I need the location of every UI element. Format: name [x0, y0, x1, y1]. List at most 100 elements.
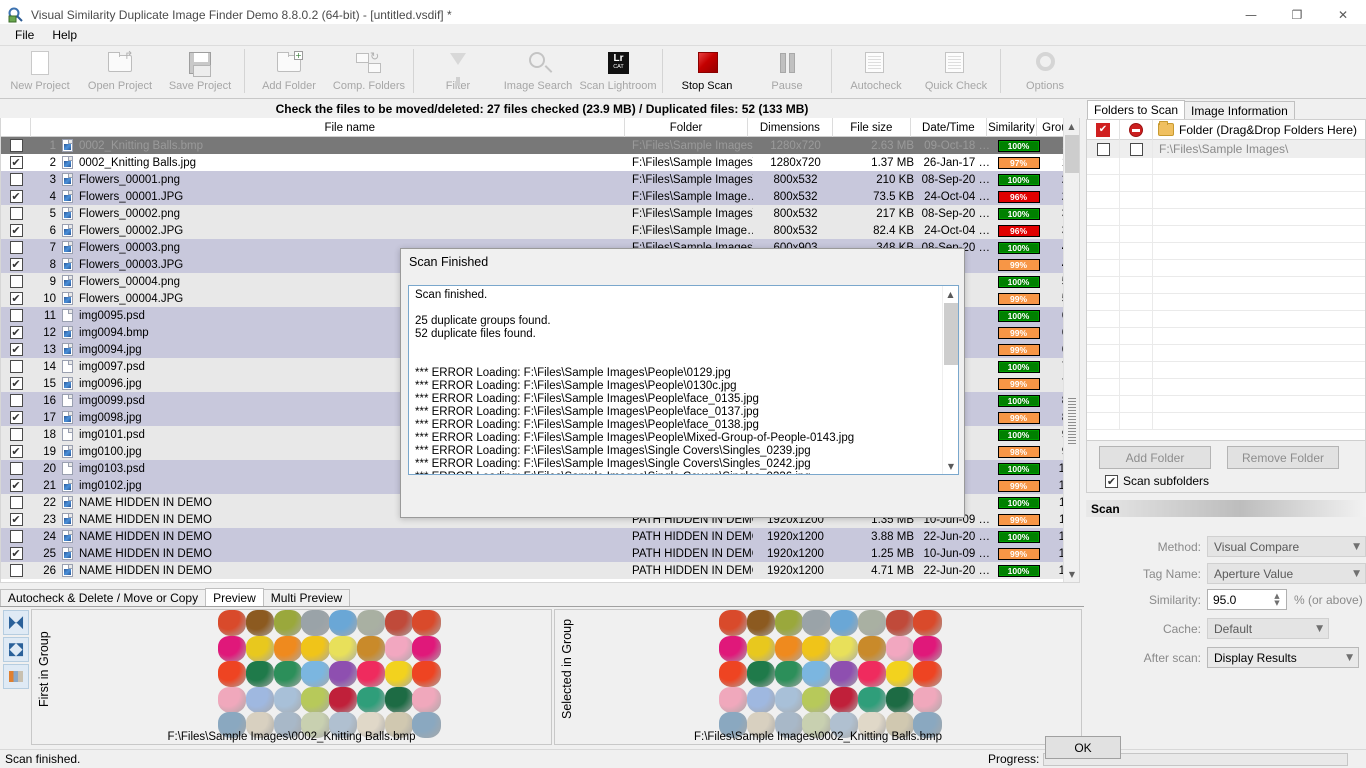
row-checkbox[interactable]: [1, 528, 31, 545]
toolbar-button-options[interactable]: Options: [1005, 46, 1085, 98]
scan-subfolders-row[interactable]: ✔ Scan subfolders: [1105, 474, 1209, 488]
row-checkbox[interactable]: ✔: [1, 375, 31, 392]
after-scan-combo[interactable]: Display Results ▼: [1207, 647, 1359, 668]
table-row[interactable]: 26 NAME HIDDEN IN DEMO PATH HIDDEN IN DEMO…: [1, 562, 1079, 579]
row-checkbox[interactable]: [1, 358, 31, 375]
folder-grid-empty-row[interactable]: [1087, 294, 1365, 311]
cache-combo[interactable]: Default ▼: [1207, 618, 1329, 639]
row-checkbox[interactable]: [1, 273, 31, 290]
column-header-check[interactable]: [1, 118, 31, 137]
tab-multi-preview[interactable]: Multi Preview: [262, 589, 351, 606]
row-checkbox[interactable]: ✔: [1, 222, 31, 239]
preview-selected-in-group[interactable]: Selected in Group F:\Files\Sample Images…: [554, 609, 1082, 745]
column-header-dimensions[interactable]: Dimensions: [748, 118, 833, 137]
row-checkbox[interactable]: ✔: [1, 477, 31, 494]
add-folder-button[interactable]: Add Folder: [1099, 446, 1211, 469]
dialog-scrollbar[interactable]: ▲ ▼: [942, 286, 958, 474]
row-checkbox[interactable]: ✔: [1, 443, 31, 460]
menu-item-file[interactable]: File: [6, 26, 43, 44]
dialog-scroll-up-arrow[interactable]: ▲: [943, 286, 958, 302]
column-header-file-size[interactable]: File size: [833, 118, 912, 137]
folder-grid-empty-row[interactable]: [1087, 158, 1365, 175]
toolbar-button-image-search[interactable]: Image Search: [498, 46, 578, 98]
red-check-icon[interactable]: ✔: [1087, 119, 1120, 140]
folder-grid-empty-row[interactable]: [1087, 413, 1365, 430]
remove-folder-button[interactable]: Remove Folder: [1227, 446, 1339, 469]
table-row[interactable]: ✔ 6 Flowers_00002.JPG F:\Files\Sample Image…: [1, 222, 1079, 239]
row-checkbox[interactable]: [1, 205, 31, 222]
folder-grid-empty-row[interactable]: [1087, 362, 1365, 379]
scroll-down-arrow[interactable]: ▼: [1064, 566, 1079, 582]
row-checkbox[interactable]: ✔: [1, 290, 31, 307]
scrollbar-thumb[interactable]: [1065, 135, 1079, 173]
scroll-up-arrow[interactable]: ▲: [1064, 118, 1079, 134]
folder-grid-empty-row[interactable]: [1087, 260, 1365, 277]
spinner-arrows-icon[interactable]: ▲ ▼: [1269, 591, 1285, 608]
row-checkbox[interactable]: [1, 460, 31, 477]
toolbar-button-quick-check[interactable]: Quick Check: [916, 46, 996, 98]
row-checkbox[interactable]: [1, 392, 31, 409]
row-checkbox[interactable]: [1, 137, 31, 154]
tab-preview[interactable]: Preview: [205, 588, 264, 606]
folder-grid-empty-row[interactable]: [1087, 226, 1365, 243]
toolbar-button-new-project[interactable]: New Project: [0, 46, 80, 98]
dialog-ok-button[interactable]: OK: [1045, 736, 1121, 759]
folder-grid-empty-row[interactable]: [1087, 328, 1365, 345]
row-checkbox[interactable]: [1, 494, 31, 511]
row-checkbox[interactable]: ✔: [1, 511, 31, 528]
row-checkbox[interactable]: ✔: [1, 341, 31, 358]
preview-first-in-group[interactable]: First in Group F:\Files\Sample Images\00…: [31, 609, 552, 745]
row-checkbox[interactable]: ✔: [1, 154, 31, 171]
folders-to-scan-grid[interactable]: ✔ Folder (Drag&Drop Folders Here) F:\Fil…: [1086, 119, 1366, 441]
row-checkbox[interactable]: ✔: [1, 188, 31, 205]
folder-grid-empty-row[interactable]: [1087, 175, 1365, 192]
toolbar-button-add-folder[interactable]: + Add Folder: [249, 46, 329, 98]
column-header-file-name[interactable]: File name: [76, 118, 625, 137]
table-row[interactable]: 3 Flowers_00001.png F:\Files\Sample Images…: [1, 171, 1079, 188]
table-row[interactable]: 24 NAME HIDDEN IN DEMO PATH HIDDEN IN DEMO…: [1, 528, 1079, 545]
table-row[interactable]: ✔ 4 Flowers_00001.JPG F:\Files\Sample Image…: [1, 188, 1079, 205]
folder-row[interactable]: F:\Files\Sample Images\: [1087, 140, 1365, 158]
folder-grid-empty-row[interactable]: [1087, 209, 1365, 226]
fit-in-window-icon[interactable]: ◣ ◢ ◤ ◥: [3, 610, 29, 635]
row-checkbox[interactable]: ✔: [1, 545, 31, 562]
actual-size-icon[interactable]: ◤ ◥ ◣ ◢: [3, 637, 29, 662]
folder-exclude-checkbox[interactable]: [1120, 140, 1153, 158]
menu-item-help[interactable]: Help: [43, 26, 86, 44]
folder-grid-empty-row[interactable]: [1087, 345, 1365, 362]
dialog-scrollbar-thumb[interactable]: [944, 303, 958, 365]
toolbar-button-comp-folders[interactable]: ↻ Comp. Folders: [329, 46, 409, 98]
similarity-spinner[interactable]: 95.0 ▲ ▼: [1207, 589, 1287, 610]
toolbar-button-autocheck[interactable]: Autocheck: [836, 46, 916, 98]
tab-autocheck-delete-move-copy[interactable]: Autocheck & Delete / Move or Copy: [0, 589, 207, 606]
row-checkbox[interactable]: ✔: [1, 256, 31, 273]
tag-name-combo[interactable]: Aperture Value ▼: [1207, 563, 1366, 584]
folder-grid-empty-row[interactable]: [1087, 379, 1365, 396]
column-header-number[interactable]: [31, 118, 76, 137]
file-list-scrollbar[interactable]: ▲ ▼: [1063, 118, 1079, 582]
toolbar-button-open-project[interactable]: ↱ Open Project: [80, 46, 160, 98]
row-checkbox[interactable]: ✔: [1, 324, 31, 341]
tab-image-information[interactable]: Image Information: [1184, 101, 1295, 119]
toolbar-button-pause[interactable]: Pause: [747, 46, 827, 98]
scan-subfolders-checkbox[interactable]: ✔: [1105, 474, 1118, 488]
folder-grid-empty-row[interactable]: [1087, 192, 1365, 209]
table-row[interactable]: ✔ 25 NAME HIDDEN IN DEMO PATH HIDDEN IN DEM…: [1, 545, 1079, 562]
toolbar-button-stop-scan[interactable]: Stop Scan: [667, 46, 747, 98]
table-row[interactable]: 5 Flowers_00002.png F:\Files\Sample Images…: [1, 205, 1079, 222]
column-header-date-time[interactable]: Date/Time: [911, 118, 987, 137]
no-entry-icon[interactable]: [1120, 119, 1153, 140]
pixel-compare-icon[interactable]: [3, 664, 29, 689]
row-checkbox[interactable]: [1, 307, 31, 324]
folder-grid-empty-row[interactable]: [1087, 396, 1365, 413]
row-checkbox[interactable]: ✔: [1, 409, 31, 426]
toolbar-button-save-project[interactable]: Save Project: [160, 46, 240, 98]
scrollbar-grip[interactable]: [1068, 398, 1076, 444]
toolbar-button-scan-lightroom[interactable]: Lr CAT Scan Lightroom: [578, 46, 658, 98]
row-checkbox[interactable]: [1, 239, 31, 256]
folder-grid-empty-row[interactable]: [1087, 243, 1365, 260]
row-checkbox[interactable]: [1, 562, 31, 579]
table-row[interactable]: ✔ 2 0002_Knitting Balls.jpg F:\Files\Sample…: [1, 154, 1079, 171]
toolbar-button-filter[interactable]: Filter: [418, 46, 498, 98]
row-checkbox[interactable]: [1, 171, 31, 188]
